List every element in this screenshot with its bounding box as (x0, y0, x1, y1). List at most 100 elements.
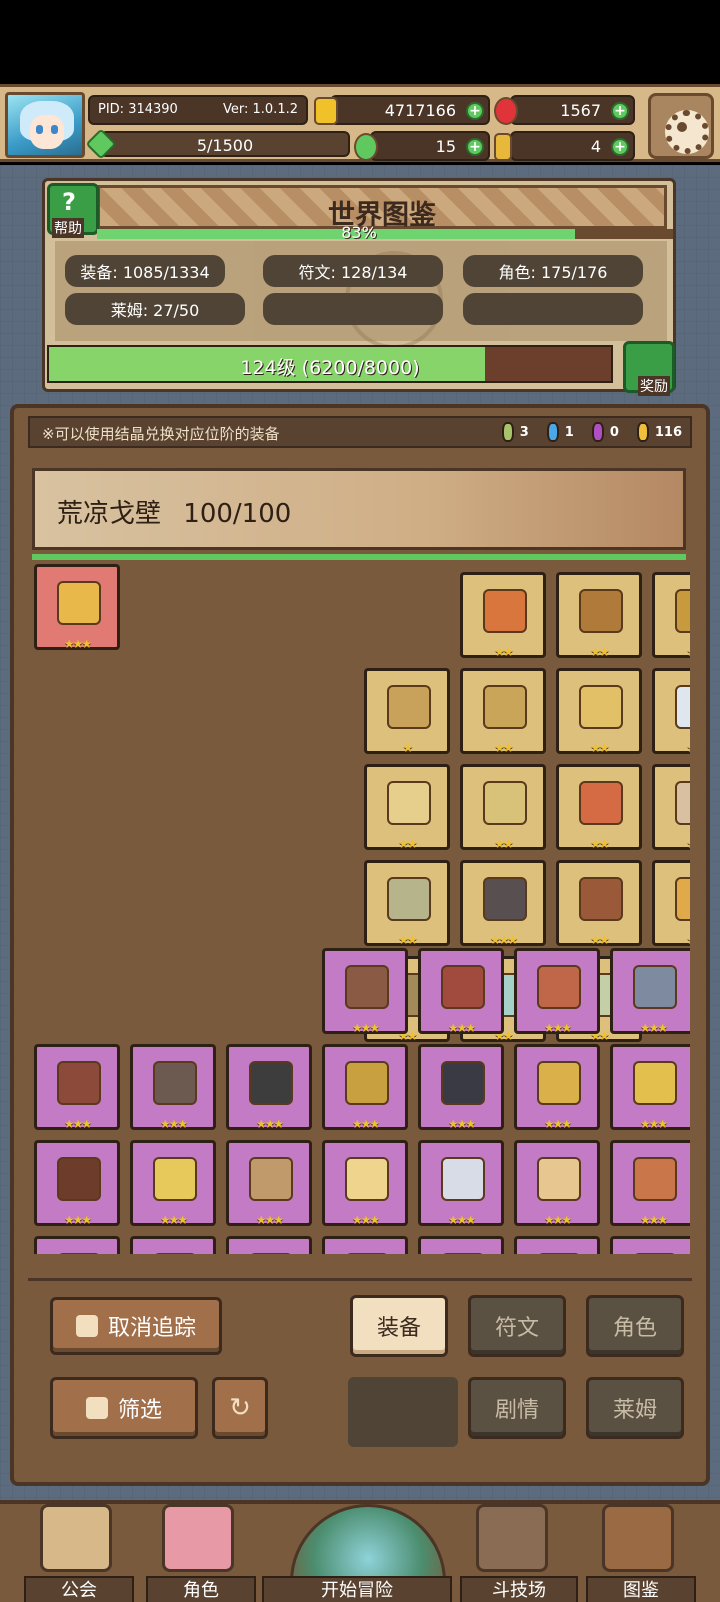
equipment-cell[interactable]: ★★★ (34, 564, 120, 651)
game-version: Ver: 1.0.1.2 (223, 102, 298, 117)
equipment-cell[interactable]: ★★★ (322, 948, 408, 1035)
equipment-cell[interactable]: ★★★ (418, 1140, 504, 1227)
gold-amount: 4717166 (384, 100, 456, 120)
equipment-cell[interactable]: ★★★ (418, 1044, 504, 1131)
equipment-cell[interactable]: ★★★ (322, 1044, 408, 1131)
equipment-item-icon (387, 685, 431, 729)
equipment-cell[interactable]: ★★★ (514, 1236, 600, 1254)
crystal-counts: 3 1 0 116 (501, 422, 682, 442)
equipment-cell[interactable]: ★★ (460, 572, 546, 659)
settings-gear-button[interactable] (648, 93, 714, 159)
equipment-item-icon (633, 1157, 677, 1201)
equipment-cell[interactable]: ★★ (556, 572, 642, 659)
equipment-cell[interactable]: ★★★ (460, 860, 546, 947)
equipment-stars: ★★ (655, 933, 690, 947)
equipment-cell[interactable]: ★★ (556, 668, 642, 755)
equipment-cell[interactable]: ★★★ (226, 1236, 312, 1254)
nav-guild[interactable]: 公会 (24, 1504, 134, 1602)
nav-arena[interactable]: 斗技场 (460, 1504, 578, 1602)
stat-empty-2 (463, 293, 643, 325)
tab-character[interactable]: 角色 (586, 1295, 684, 1357)
equipment-stars: ★★★ (639, 1117, 668, 1131)
reward-button[interactable]: 奖励 (623, 341, 675, 396)
equipment-cell[interactable]: ★★ (364, 860, 450, 947)
equipment-item-icon (249, 1253, 293, 1254)
untrack-button[interactable]: 取消追踪 (50, 1297, 222, 1355)
equipment-cell[interactable]: ★★★ (418, 1236, 504, 1254)
equipment-cell[interactable]: ★★★ (130, 1140, 216, 1227)
equipment-cell[interactable]: ★★ (652, 572, 690, 659)
nav-start-adventure[interactable]: 开始冒险 (262, 1504, 452, 1602)
refresh-button[interactable]: ↻ (212, 1377, 268, 1439)
equipment-cell[interactable]: ★★ (652, 860, 690, 947)
equipment-stars: ★★ (398, 837, 418, 851)
equipment-cell[interactable]: ★★★ (514, 1140, 600, 1227)
area-banner[interactable]: 荒凉戈壁 100/100 (32, 468, 686, 550)
equipment-panel: ※可以使用结晶兑换对应位阶的装备 3 1 0 116 荒凉戈壁 100/100 … (10, 404, 710, 1486)
add-gold-button[interactable]: + (466, 102, 484, 120)
equipment-item-icon (675, 781, 690, 825)
equipment-stars: ★★★ (351, 1213, 380, 1227)
equipment-cell[interactable]: ★★★ (514, 1044, 600, 1131)
equipment-item-icon (579, 877, 623, 921)
tab-slime[interactable]: 莱姆 (586, 1377, 684, 1439)
equipment-cell[interactable]: ★★★ (226, 1044, 312, 1131)
equipment-cell[interactable]: ★★★ (610, 1140, 690, 1227)
equipment-stars: ★★★ (63, 1213, 92, 1227)
equipment-stars: ★★ (655, 741, 690, 755)
top-hud: PID: 314390 Ver: 1.0.1.2 5/1500 4717166 … (0, 84, 720, 162)
equipment-cell[interactable]: ★★★ (514, 948, 600, 1035)
equipment-stars: ★★★ (159, 1213, 188, 1227)
nav-codex-label: 图鉴 (586, 1576, 696, 1602)
tab-equipment[interactable]: 装备 (350, 1295, 448, 1357)
add-gem-button[interactable]: + (611, 102, 629, 120)
equipment-stars: ★★★ (447, 1117, 476, 1131)
equipment-cell[interactable]: ★★★ (130, 1236, 216, 1254)
equipment-cell[interactable]: ★★★ (34, 1044, 120, 1131)
equipment-stars: ★★ (494, 837, 514, 851)
filter-button[interactable]: 筛选 (50, 1377, 198, 1439)
equipment-item-icon (57, 581, 101, 625)
nav-character[interactable]: 角色 (146, 1504, 256, 1602)
equipment-cell[interactable]: ★★★ (226, 1140, 312, 1227)
equipment-cell[interactable]: ★★ (652, 764, 690, 851)
equipment-cell[interactable]: ★★★ (322, 1236, 408, 1254)
equipment-cell[interactable]: ★★★ (34, 1140, 120, 1227)
equipment-item-icon (441, 1157, 485, 1201)
equipment-cell[interactable]: ★★★ (418, 948, 504, 1035)
equipment-item-icon (441, 1061, 485, 1105)
crystal-gold-icon (636, 422, 649, 442)
nav-codex[interactable]: 图鉴 (586, 1504, 696, 1602)
equipment-grid-scroll[interactable]: ★★★ ★★ ★★ ★ ★★ ★★ ★★ ★★ ★★ ★★ ★★★ ★★ ★★ ★★ ★★ ★★★ ★★★ ★★★… (34, 564, 690, 1254)
equipment-item-icon (441, 965, 485, 1009)
equipment-stars: ★★ (590, 645, 610, 659)
crystal-purple-icon (591, 422, 604, 442)
tab-rune[interactable]: 符文 (468, 1295, 566, 1357)
equipment-cell[interactable]: ★★★ (322, 1140, 408, 1227)
equipment-cell[interactable]: ★★★ (610, 1044, 690, 1131)
equipment-stars: ★★★ (489, 933, 518, 947)
magnifier-globe-icon (290, 1504, 446, 1584)
equipment-stars: ★★ (398, 933, 418, 947)
equipment-cell[interactable]: ★★★ (130, 1044, 216, 1131)
equipment-stars: ★ (402, 741, 414, 755)
equipment-cell[interactable]: ★★ (460, 668, 546, 755)
equipment-cell[interactable]: ★★★ (34, 1236, 120, 1254)
add-clover-button[interactable]: + (466, 138, 484, 156)
equipment-cell[interactable]: ★★★ (610, 1236, 690, 1254)
equipment-cell[interactable]: ★★ (460, 764, 546, 851)
equipment-cell[interactable]: ★★ (364, 764, 450, 851)
equipment-item-icon (249, 1061, 293, 1105)
equipment-cell[interactable]: ★ (364, 668, 450, 755)
bottom-nav: 公会 角色 开始冒险 斗技场 图鉴 (0, 1500, 720, 1602)
tab-story[interactable]: 剧情 (468, 1377, 566, 1439)
equipment-stars: ★★★ (543, 1117, 572, 1131)
player-avatar[interactable] (5, 92, 85, 158)
equipment-cell[interactable]: ★★★ (610, 948, 690, 1035)
equipment-cell[interactable]: ★★ (556, 860, 642, 947)
stat-equipment: 装备: 1085/1334 (65, 255, 225, 287)
equipment-cell[interactable]: ★★ (652, 668, 690, 755)
equipment-cell[interactable]: ★★ (556, 764, 642, 851)
equipment-item-icon (153, 1253, 197, 1254)
add-key-button[interactable]: + (611, 138, 629, 156)
